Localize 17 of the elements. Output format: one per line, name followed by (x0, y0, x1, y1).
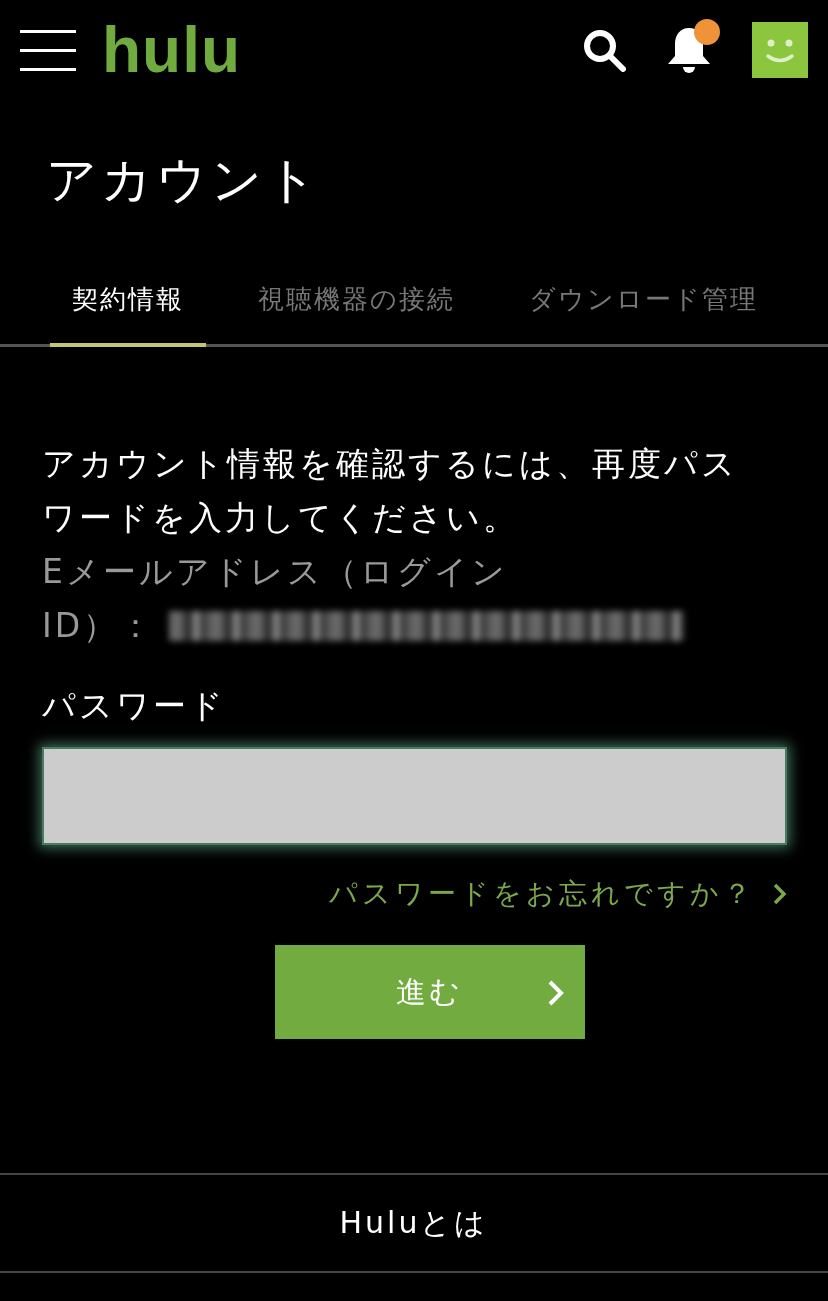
tab[interactable]: 視聴機器の接続 (236, 282, 477, 347)
password-label: パスワード (42, 685, 227, 727)
logo[interactable]: hulu (102, 18, 242, 82)
search-icon[interactable] (582, 28, 626, 72)
email-label: Eメールアドレス（ログイン (42, 551, 509, 593)
menu-icon[interactable] (20, 28, 76, 72)
instruction-text: アカウント情報を確認するには、再度パスワードを入力してください。 (42, 443, 739, 539)
tab[interactable]: ダウンロード管理 (507, 282, 780, 347)
chevron-icon (773, 883, 787, 905)
bell-icon[interactable] (666, 25, 712, 75)
password-field[interactable] (42, 747, 787, 845)
page-title: アカウント (46, 150, 322, 211)
about-link[interactable]: Huluとは (339, 1202, 489, 1244)
forgot-password-link[interactable]: パスワードをお忘れですか？ (42, 875, 787, 913)
chevron-icon (546, 979, 565, 1007)
email-label: ID）： (42, 605, 156, 647)
tab[interactable]: 契約情報 (50, 282, 206, 347)
